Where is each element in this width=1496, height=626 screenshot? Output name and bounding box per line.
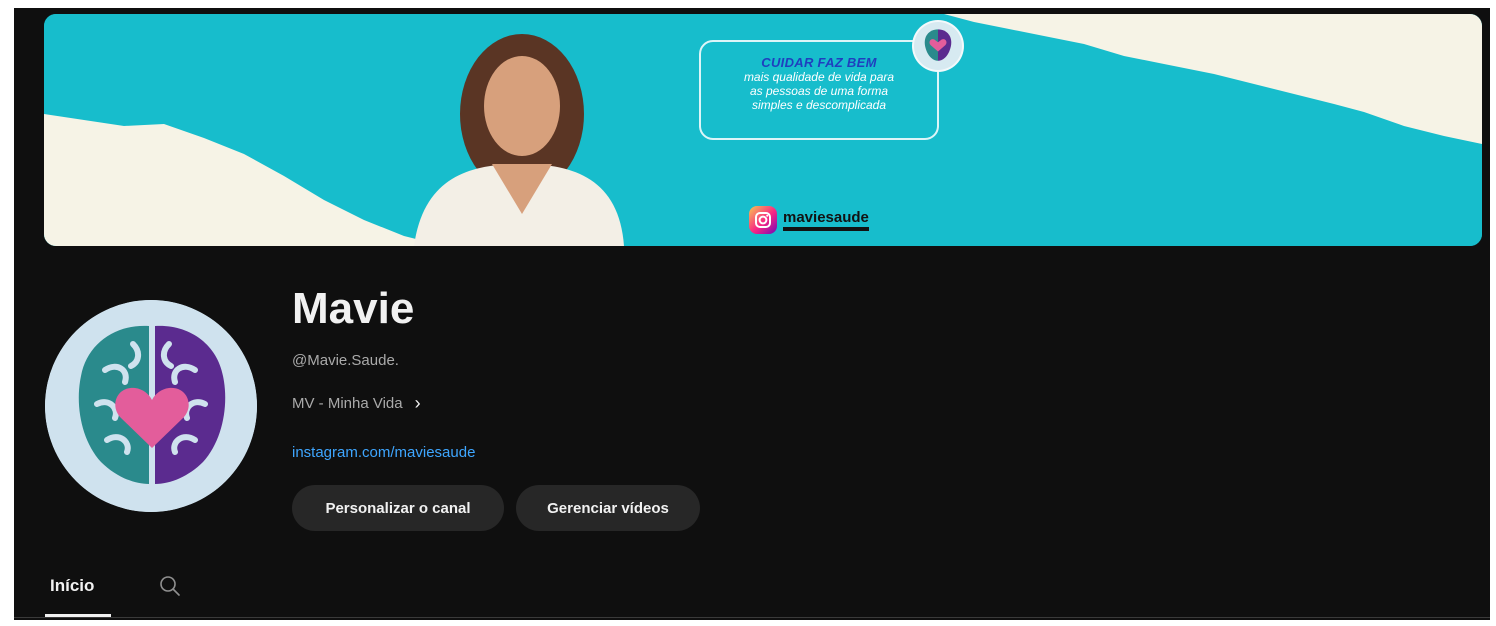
channel-avatar[interactable] [45, 300, 257, 512]
channel-external-link[interactable]: instagram.com/maviesaude [292, 444, 475, 461]
instagram-icon [749, 206, 777, 234]
channel-banner: CUIDAR FAZ BEM mais qualidade de vida pa… [44, 14, 1482, 246]
channel-description[interactable]: MV - Minha Vida › [292, 394, 421, 412]
promo-line: simples e descomplicada [751, 98, 887, 112]
tab-home[interactable]: Início [50, 576, 94, 596]
promo-box: CUIDAR FAZ BEM mais qualidade de vida pa… [699, 40, 939, 140]
channel-name: Mavie [292, 284, 415, 333]
promo-title: CUIDAR FAZ BEM [761, 55, 877, 70]
customize-channel-button[interactable]: Personalizar o canal [292, 485, 504, 531]
tabs-divider [14, 617, 1490, 618]
promo-line: as pessoas de uma forma [749, 84, 889, 98]
chevron-right-icon: › [414, 393, 421, 413]
channel-description-text: MV - Minha Vida [292, 394, 403, 412]
brain-heart-logo-icon [45, 300, 257, 512]
channel-handle: @Mavie.Saude. [292, 352, 399, 369]
instagram-handle: maviesaude [749, 206, 869, 234]
manage-videos-button[interactable]: Gerenciar vídeos [516, 485, 700, 531]
brain-logo-icon [924, 29, 952, 61]
instagram-handle-text: maviesaude [783, 209, 869, 231]
brain-heart-logo-badge [912, 20, 964, 72]
search-icon[interactable] [157, 573, 183, 599]
promo-line: mais qualidade de vida para [743, 70, 895, 84]
channel-page: CUIDAR FAZ BEM mais qualidade de vida pa… [14, 8, 1490, 620]
